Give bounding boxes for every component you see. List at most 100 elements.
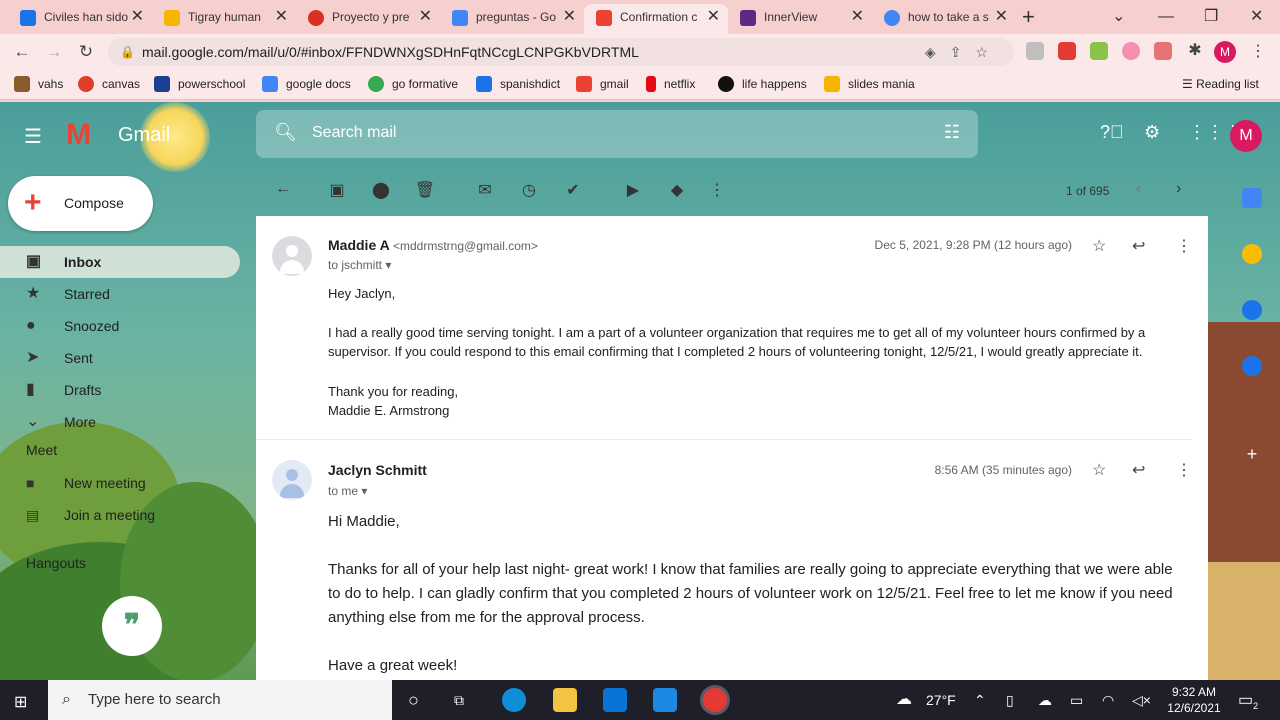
edge-icon[interactable] bbox=[502, 688, 526, 712]
close-icon[interactable]: ✕ bbox=[707, 4, 720, 30]
share-icon[interactable]: ⇪ bbox=[950, 44, 976, 60]
browser-tab[interactable]: InnerView ✕ bbox=[728, 4, 872, 34]
close-icon[interactable]: ✕ bbox=[275, 4, 288, 30]
store-icon[interactable] bbox=[603, 688, 627, 712]
close-icon[interactable]: ✕ bbox=[563, 4, 576, 30]
reload-icon[interactable]: ↻ bbox=[74, 40, 98, 64]
mark-unread-icon[interactable]: ✉ bbox=[474, 180, 496, 200]
restore-icon[interactable]: ❐ bbox=[1204, 2, 1218, 32]
window-close-icon[interactable]: ✕ bbox=[1250, 2, 1263, 32]
settings-gear-icon[interactable]: ⚙ bbox=[1144, 122, 1160, 143]
sidebar-item-starred[interactable]: ★ Starred bbox=[0, 278, 256, 310]
weather-icon[interactable]: ☁ bbox=[896, 680, 912, 720]
delete-icon[interactable]: 🗑︎ bbox=[414, 180, 436, 200]
bookmark[interactable]: vahs bbox=[14, 76, 63, 92]
reading-list[interactable]: ☰ Reading list bbox=[1182, 76, 1259, 92]
battery-icon[interactable]: ▭ bbox=[1070, 680, 1083, 720]
extension-icon[interactable] bbox=[1122, 42, 1140, 60]
join-meeting-button[interactable]: ▤ Join a meeting bbox=[26, 507, 155, 523]
report-spam-icon[interactable]: ⬤ bbox=[370, 180, 392, 200]
browser-tab[interactable]: how to take a s ✕ bbox=[872, 4, 1016, 34]
browser-tab[interactable]: Civiles han sido ✕ bbox=[8, 4, 152, 34]
close-icon[interactable]: ✕ bbox=[419, 4, 432, 30]
sender-name[interactable]: Maddie A bbox=[328, 237, 390, 253]
notifications-icon[interactable]: ▭2 bbox=[1238, 690, 1258, 711]
close-icon[interactable]: ✕ bbox=[851, 4, 864, 30]
minimize-icon[interactable]: — bbox=[1158, 2, 1174, 32]
keep-icon[interactable] bbox=[1242, 244, 1262, 264]
move-to-icon[interactable]: ▶ bbox=[622, 180, 644, 200]
extension-icon[interactable] bbox=[1154, 42, 1172, 60]
sender-name[interactable]: Jaclyn Schmitt bbox=[328, 462, 427, 478]
browser-tab-active[interactable]: Confirmation c ✕ bbox=[584, 4, 728, 34]
sidebar-item-more[interactable]: ⌄ More bbox=[0, 406, 256, 438]
archive-icon[interactable]: ▣ bbox=[326, 180, 348, 200]
bookmark[interactable]: life happens bbox=[718, 76, 807, 92]
extension-icon[interactable] bbox=[1090, 42, 1108, 60]
tasks-icon[interactable] bbox=[1242, 300, 1262, 320]
chrome-icon[interactable] bbox=[703, 688, 727, 712]
search-input[interactable]: 🔍︎ Search mail ☷ bbox=[256, 110, 978, 158]
browser-tab[interactable]: preguntas - Go ✕ bbox=[440, 4, 584, 34]
reply-icon[interactable]: ↩ bbox=[1132, 236, 1145, 256]
cast-icon[interactable]: ◈ bbox=[925, 44, 950, 60]
older-icon[interactable]: › bbox=[1176, 180, 1181, 198]
bookmark[interactable]: spanishdict bbox=[476, 76, 560, 92]
sidebar-item-sent[interactable]: ➤ Sent bbox=[0, 342, 256, 374]
bookmark-star-icon[interactable]: ☆ bbox=[975, 44, 1002, 60]
url-input[interactable]: 🔒 mail.google.com/mail/u/0/#inbox/FFNDWN… bbox=[108, 38, 1014, 66]
tab-search-icon[interactable]: ⌄ bbox=[1112, 2, 1125, 32]
sidebar-item-drafts[interactable]: ▮ Drafts bbox=[0, 374, 256, 406]
close-icon[interactable]: ✕ bbox=[131, 4, 144, 30]
label-icon[interactable]: ◆ bbox=[666, 180, 688, 200]
mail-icon[interactable] bbox=[653, 688, 677, 712]
task-view-icon[interactable]: ⧉ bbox=[454, 680, 464, 720]
browser-tab[interactable]: Tigray human ✕ bbox=[152, 4, 296, 34]
add-addon-icon[interactable]: + bbox=[1242, 444, 1262, 464]
new-tab-icon[interactable]: + bbox=[1022, 2, 1035, 32]
message-more-icon[interactable]: ⋮ bbox=[1176, 236, 1192, 256]
browser-tab[interactable]: Proyecto y pre ✕ bbox=[296, 4, 440, 34]
forward-icon[interactable]: → bbox=[42, 40, 66, 64]
reply-icon[interactable]: ↩ bbox=[1132, 460, 1145, 480]
compose-button[interactable]: + Compose bbox=[8, 176, 153, 231]
hangouts-quote-icon[interactable]: ❞ bbox=[102, 596, 162, 656]
calendar-icon[interactable] bbox=[1242, 188, 1262, 208]
bookmark[interactable]: go formative bbox=[368, 76, 458, 92]
extension-icon[interactable] bbox=[1026, 42, 1044, 60]
sidebar-item-inbox[interactable]: ▣ Inbox bbox=[0, 246, 240, 278]
puzzle-icon[interactable]: ✱ bbox=[1186, 42, 1204, 60]
meet-now-icon[interactable]: ▯ bbox=[1006, 680, 1014, 720]
add-task-icon[interactable]: ✔ bbox=[562, 180, 584, 200]
volume-muted-icon[interactable]: ◁× bbox=[1132, 680, 1151, 720]
bookmark[interactable]: google docs bbox=[262, 76, 351, 92]
wifi-icon[interactable]: ◠ bbox=[1102, 680, 1114, 720]
taskbar-search-input[interactable]: ⌕ Type here to search bbox=[48, 680, 392, 720]
contacts-icon[interactable] bbox=[1242, 356, 1262, 376]
bookmark[interactable]: netflix bbox=[646, 76, 695, 92]
snooze-icon[interactable]: ◷ bbox=[518, 180, 540, 200]
star-icon[interactable]: ☆ bbox=[1092, 460, 1106, 480]
back-icon[interactable]: ← bbox=[10, 40, 34, 64]
bookmark[interactable]: canvas bbox=[78, 76, 140, 92]
message-more-icon[interactable]: ⋮ bbox=[1176, 460, 1192, 480]
taskbar-clock[interactable]: 9:32 AM 12/6/2021 bbox=[1162, 684, 1226, 716]
main-menu-icon[interactable]: ☰ bbox=[24, 124, 42, 149]
windows-start-icon[interactable]: ⊞ bbox=[14, 692, 27, 712]
more-options-icon[interactable]: ⋮ bbox=[706, 180, 728, 200]
newer-icon[interactable]: ‹ bbox=[1136, 180, 1141, 198]
bookmark[interactable]: powerschool bbox=[154, 76, 245, 92]
browser-menu-icon[interactable]: ⋮ bbox=[1250, 41, 1266, 61]
tray-chevron-icon[interactable]: ⌃ bbox=[974, 680, 986, 720]
extension-icon[interactable] bbox=[1058, 42, 1076, 60]
sender-avatar[interactable] bbox=[272, 236, 312, 276]
new-meeting-button[interactable]: ■ New meeting bbox=[26, 475, 146, 491]
file-explorer-icon[interactable] bbox=[553, 688, 577, 712]
lock-icon[interactable]: 🔒 bbox=[120, 38, 135, 66]
search-icon[interactable]: 🔍︎ bbox=[274, 122, 297, 143]
back-to-inbox-icon[interactable]: ← bbox=[272, 180, 294, 198]
recipients-toggle[interactable]: to jschmitt ▾ bbox=[328, 258, 391, 272]
star-icon[interactable]: ☆ bbox=[1092, 236, 1106, 256]
help-icon[interactable]: ?⃝ bbox=[1100, 122, 1124, 143]
recipients-toggle[interactable]: to me ▾ bbox=[328, 484, 367, 498]
